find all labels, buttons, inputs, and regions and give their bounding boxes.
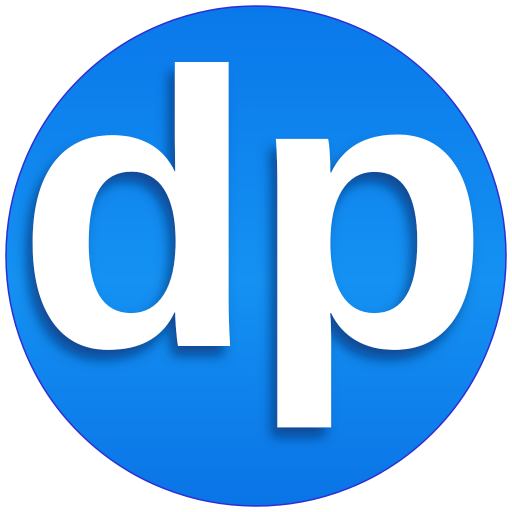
app-icon: dp	[0, 0, 512, 512]
logo-text: dp	[17, 0, 484, 432]
dp-logo-icon: dp	[5, 0, 507, 507]
